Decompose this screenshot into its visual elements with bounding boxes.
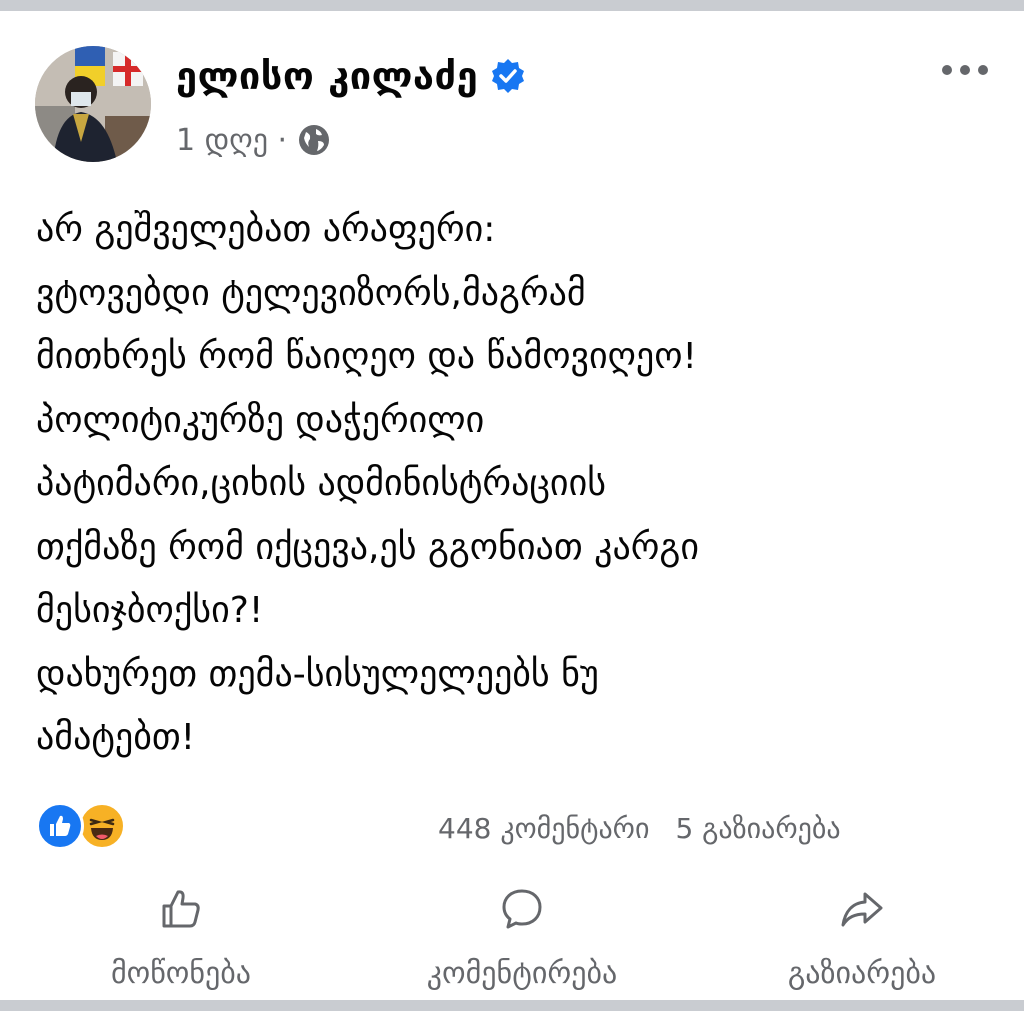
comment-button-label: კომენტირება xyxy=(426,956,618,991)
comment-bubble-icon xyxy=(502,889,542,929)
share-button[interactable]: გაზიარება xyxy=(752,886,972,996)
haha-reaction-icon xyxy=(78,802,126,850)
more-dot-icon xyxy=(942,65,952,75)
more-dot-icon xyxy=(960,65,970,75)
reaction-summary[interactable] xyxy=(36,800,130,852)
top-separator xyxy=(0,0,1024,11)
author-avatar[interactable] xyxy=(35,46,151,162)
comment-button[interactable]: კომენტირება xyxy=(382,886,662,996)
thumbs-up-icon xyxy=(162,890,200,928)
like-reaction-icon xyxy=(36,802,84,850)
more-options-button[interactable] xyxy=(930,52,1000,88)
more-dot-icon xyxy=(978,65,988,75)
share-arrow-icon xyxy=(841,892,883,927)
like-button-label: მოწონება xyxy=(110,956,252,991)
bottom-separator xyxy=(0,1000,1024,1011)
post-meta: 1 დღე · xyxy=(176,118,331,162)
verified-badge-icon xyxy=(492,59,525,93)
like-button[interactable]: მოწონება xyxy=(78,886,284,996)
post-body-text: არ გეშველებათ არაფერი: ვტოვებდი ტელევიზო… xyxy=(36,209,699,758)
avatar-photo xyxy=(35,46,151,162)
globe-icon[interactable] xyxy=(297,123,331,157)
post-time[interactable]: 1 დღე · xyxy=(176,123,287,158)
post-header: ელისო კილაძე xyxy=(176,50,526,102)
engagement-counts: 448 კომენტარი 5 გაზიარება xyxy=(438,806,998,850)
share-button-label: გაზიარება xyxy=(787,956,937,991)
author-name[interactable]: ელისო კილაძე xyxy=(176,54,478,98)
shares-count[interactable]: 5 გაზიარება xyxy=(675,812,840,845)
comments-count[interactable]: 448 კომენტარი xyxy=(438,812,649,845)
